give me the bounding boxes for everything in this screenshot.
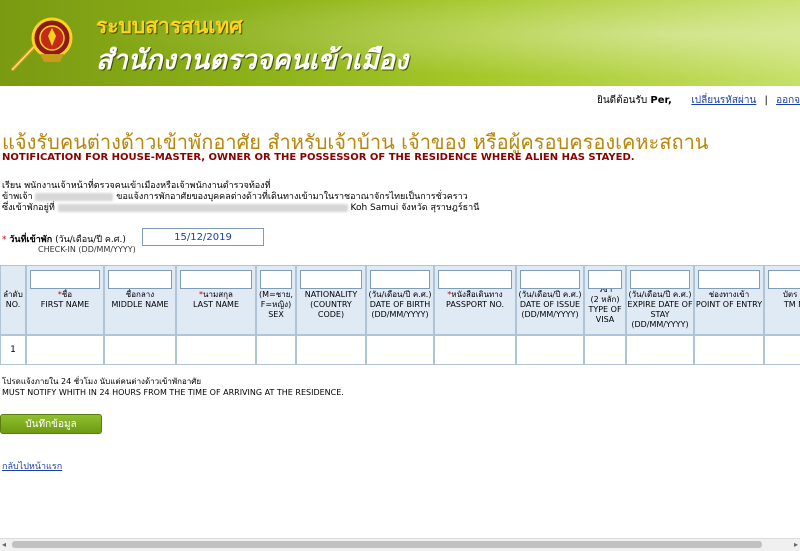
date-of-birth-input[interactable]	[370, 270, 430, 289]
horizontal-scrollbar[interactable]: ◂ ▸	[0, 538, 800, 551]
table-cell-nationality	[296, 335, 366, 365]
redacted-address	[57, 203, 348, 212]
last-name-input[interactable]	[180, 270, 252, 289]
user-bar: ยินดีต้อนรับ Per, เปลี่ยนรหัสผ่าน | ออกจ	[597, 93, 800, 108]
column-header-english: FIRST NAME	[40, 300, 90, 309]
column-header-thai: ช่องทางเข้า	[708, 290, 750, 299]
tm-no-input[interactable]	[768, 270, 800, 289]
column-header-english: (วัน/เดือน/ปี ค.ศ.) DATE OF BIRTH (DD/MM…	[368, 290, 432, 319]
passport-no-input[interactable]	[438, 270, 512, 289]
page-title-english: NOTIFICATION FOR HOUSE-MASTER, OWNER OR …	[2, 152, 635, 163]
immigration-emblem-icon	[10, 17, 73, 72]
column-header-english: (วัน/เดือน/ปี ค.ศ.) DATE OF ISSUE (DD/MM…	[518, 290, 582, 319]
letter-text: เรียน พนักงานเจ้าหน้าที่ตรวจคนเข้าเมืองห…	[2, 181, 479, 214]
column-header-english: PASSPORT NO.	[446, 300, 504, 309]
notice-thai: โปรดแจ้งภายใน 24 ชั่วโมง นับแต่คนต่างด้า…	[2, 377, 202, 386]
column-header-thai: หนังสือเดินทาง	[451, 290, 503, 299]
column-header-thai: ลำดับ	[3, 290, 23, 299]
column-header-thai: บัตร ต	[782, 290, 800, 299]
column-header-english: NO.	[5, 300, 21, 309]
expire-date-input[interactable]	[630, 270, 690, 289]
welcome-text: ยินดีต้อนรับ	[596, 95, 648, 106]
column-header-thai: นามสกุล	[203, 290, 233, 299]
nationality-input[interactable]	[300, 270, 362, 289]
logout-link[interactable]: ออกจ	[776, 95, 800, 106]
sex-input[interactable]	[260, 270, 292, 289]
letter-line-1: เรียน พนักงานเจ้าหน้าที่ตรวจคนเข้าเมืองห…	[2, 181, 271, 191]
date-of-issue-input[interactable]	[520, 270, 580, 289]
row-number: 1	[10, 345, 16, 355]
banner-office-title: สำนักงานตรวจคนเข้าเมือง	[96, 45, 409, 76]
header-banner: ระบบสารสนเทศ สำนักงานตรวจคนเข้าเมือง	[0, 0, 800, 86]
middle-name-input[interactable]	[108, 270, 172, 289]
notice-english: MUST NOTIFY WHITH IN 24 HOURS FROM THE T…	[2, 388, 344, 397]
column-header-english: (วัน/เดือน/ปี ค.ศ.) EXPIRE DATE OF STAY …	[627, 290, 693, 329]
table-cell-date-of-issue	[516, 335, 584, 365]
scroll-left-icon[interactable]: ◂	[2, 540, 6, 549]
letter-line-2: ข้าพเจ้า ขอแจ้งการพักอาศัยของบุคคลต่างด้…	[2, 192, 468, 202]
table-cell-last-name	[176, 335, 256, 365]
scrollbar-thumb[interactable]	[12, 541, 762, 548]
checkin-sublabel: CHECK-IN (DD/MM/YYYY)	[38, 245, 136, 254]
separator: |	[764, 95, 768, 106]
column-header-english: MIDDLE NAME	[111, 300, 169, 309]
column-header-no: ลำดับ NO.	[0, 265, 26, 335]
notice-text: โปรดแจ้งภายใน 24 ชั่วโมง นับแต่คนต่างด้า…	[2, 376, 344, 398]
table-cell-sex	[256, 335, 296, 365]
username: Per,	[650, 95, 672, 106]
visa-type-input[interactable]	[588, 270, 622, 289]
column-header-thai: ชื่อ	[61, 290, 73, 299]
table-cell-middle-name	[104, 335, 176, 365]
column-header-english: (M=ชาย, F=หญิง) SEX	[259, 290, 293, 319]
scroll-right-icon[interactable]: ▸	[794, 540, 798, 549]
letter-line-3: ซึ่งเข้าพักอยู่ที่ Koh Samui จังหวัด สุร…	[2, 203, 480, 213]
column-header-english: NATIONALITY (COUNTRY CODE)	[304, 290, 358, 319]
column-header-english: TM N	[783, 300, 800, 309]
column-header-thai: ชื่อกลาง	[125, 290, 155, 299]
table-cell-point-of-entry	[694, 335, 764, 365]
change-password-link[interactable]: เปลี่ยนรหัสผ่าน	[691, 95, 756, 106]
column-header-english: LAST NAME	[192, 300, 240, 309]
table-cell-date-of-birth	[366, 335, 434, 365]
back-to-home-link[interactable]: กลับไปหน้าแรก	[2, 459, 62, 473]
table-cell-expire-date	[626, 335, 694, 365]
column-header-english: (2 หลัก) TYPE OF VISA	[588, 295, 622, 324]
redacted-name	[35, 192, 114, 201]
table-cell-passport-no	[434, 335, 516, 365]
column-header-english: POINT OF ENTRY	[695, 300, 763, 309]
save-button[interactable]: บันทึกข้อมูล	[0, 414, 102, 434]
first-name-input[interactable]	[30, 270, 100, 289]
table-cell-visa-type	[584, 335, 626, 365]
checkin-date-input[interactable]: 15/12/2019	[142, 228, 264, 246]
table-cell-first-name	[26, 335, 104, 365]
checkin-label: * วันที่เข้าพัก (วัน/เดือน/ปี ค.ศ.)	[2, 235, 126, 245]
point-of-entry-input[interactable]	[698, 270, 760, 289]
table-cell-tm-no	[764, 335, 800, 365]
